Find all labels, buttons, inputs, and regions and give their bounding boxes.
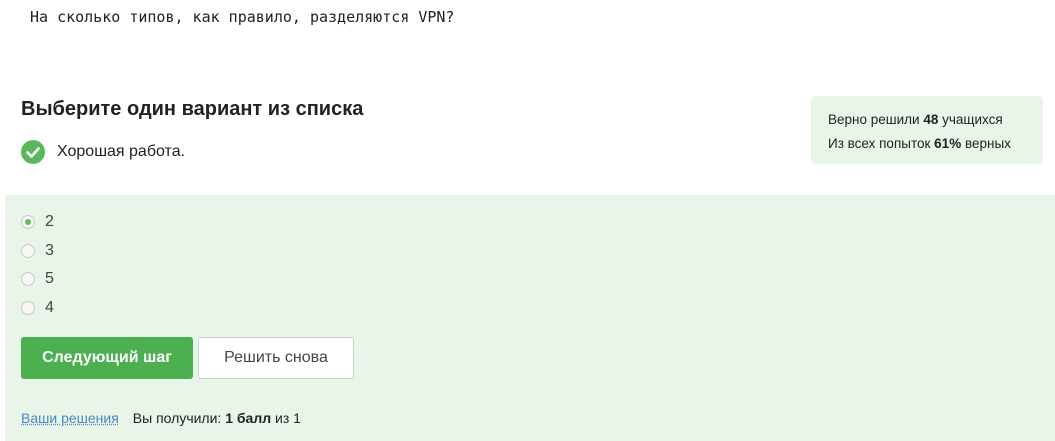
score-value: 1 балл [225,410,272,426]
radio-button[interactable] [21,272,35,286]
radio-button[interactable] [21,301,35,315]
option-item[interactable]: 4 [21,298,54,318]
option-label: 4 [45,299,54,316]
score-max: 1 [293,410,301,426]
next-step-button[interactable]: Следующий шаг [21,337,193,379]
check-circle-icon [21,140,45,164]
footer-row: Ваши решения Вы получили: 1 балл из 1 [21,410,301,426]
stats-solved-line: Верно решили 48 учащихся [828,108,1043,132]
score-prefix: Вы получили: [132,410,222,426]
stats-attempts-percent: 61% [934,136,962,151]
stats-attempts-line: Из всех попыток 61% верных [828,132,1043,156]
score-text: Вы получили: 1 балл из 1 [133,410,301,426]
question-text: На сколько типов, как правило, разделяют… [30,8,455,26]
option-label: 2 [45,213,54,230]
option-label: 5 [45,270,54,287]
option-item[interactable]: 3 [21,241,54,261]
option-item[interactable]: 5 [21,269,54,289]
feedback-text: Хорошая работа. [57,143,186,160]
stats-box: Верно решили 48 учащихся Из всех попыток… [811,96,1043,164]
stats-attempts-prefix: Из всех попыток [828,136,931,151]
feedback-row: Хорошая работа. [21,139,185,165]
stats-attempts-suffix: верных [964,136,1011,151]
stats-solved-suffix: учащихся [942,112,1003,127]
quiz-title: Выберите один вариант из списка [21,98,364,120]
stats-solved-count: 48 [923,112,939,127]
radio-button[interactable] [21,215,35,229]
answer-panel: 2 3 5 4 Следующий шаг Решить снова Ваши … [5,195,1055,441]
stats-solved-prefix: Верно решили [828,112,920,127]
solutions-link[interactable]: Ваши решения [21,410,119,426]
option-item[interactable]: 2 [21,212,54,232]
option-label: 3 [45,242,54,259]
radio-button[interactable] [21,244,35,258]
retry-button[interactable]: Решить снова [198,337,354,379]
score-middle: из [275,410,290,426]
